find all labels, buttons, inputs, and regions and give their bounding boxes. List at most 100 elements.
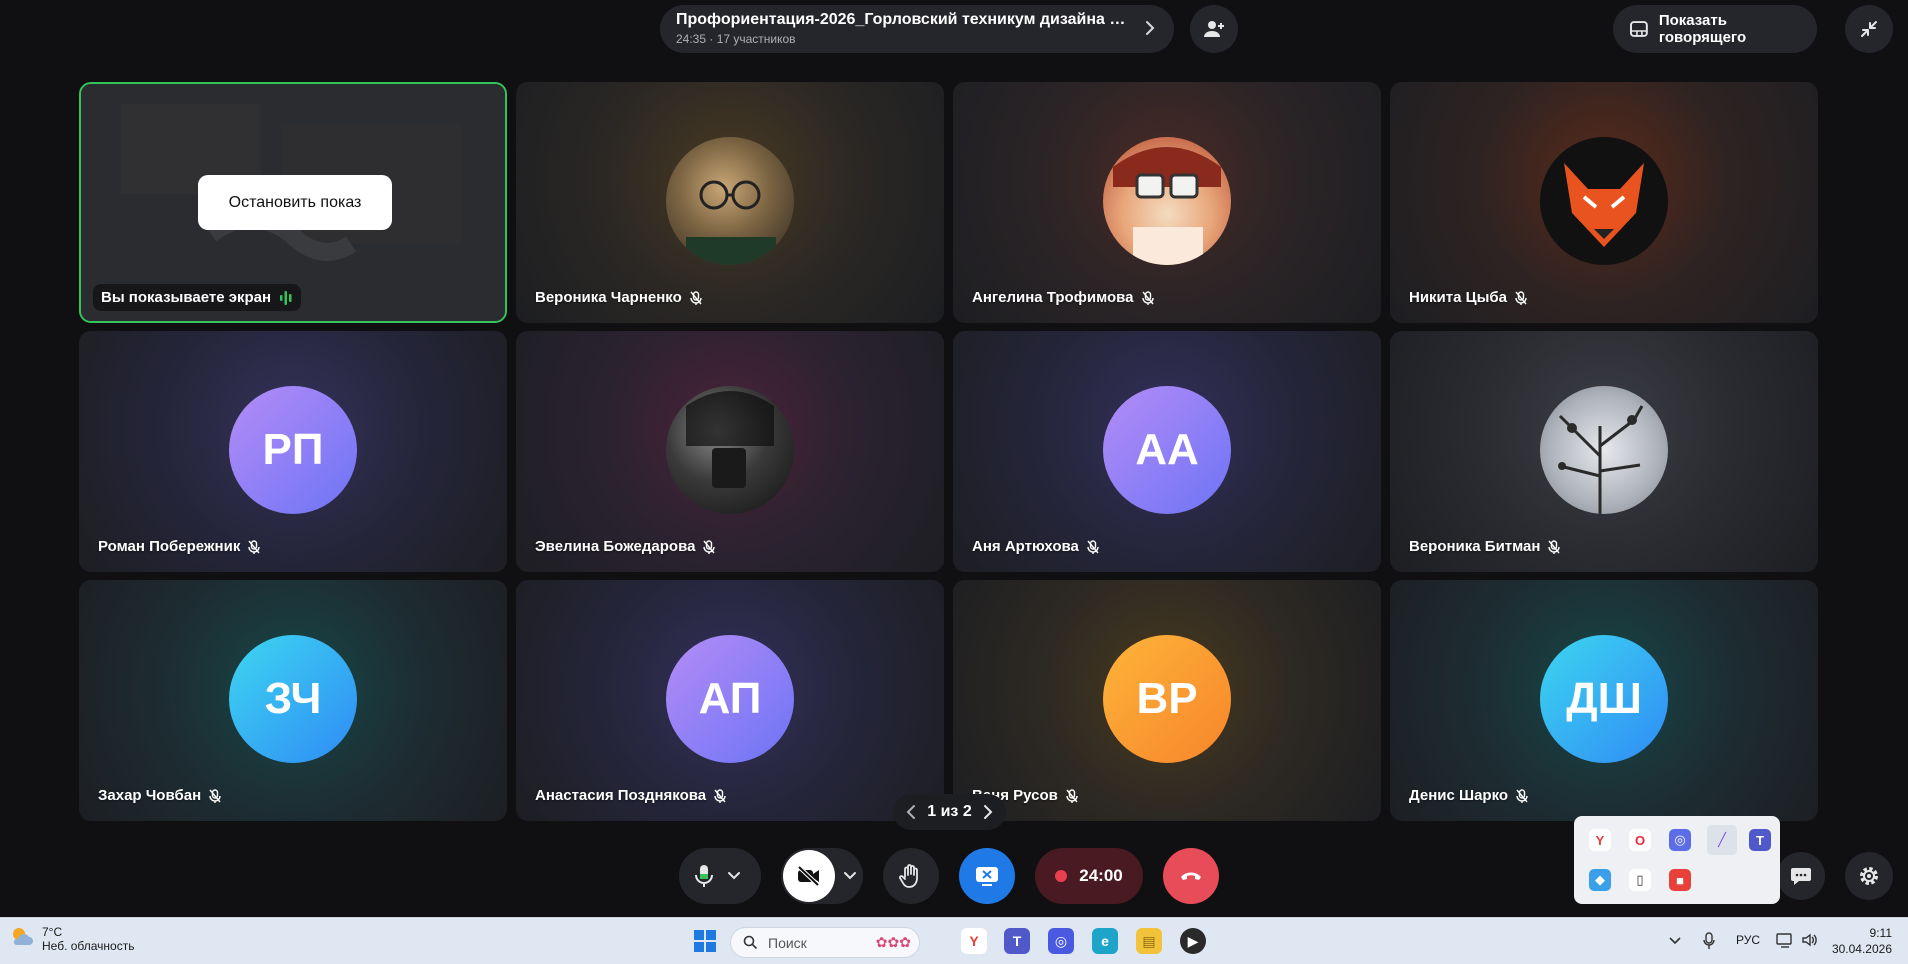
participant-name-text: Аня Артюхова	[972, 538, 1079, 555]
collapse-icon	[1861, 21, 1877, 37]
prev-page-icon[interactable]	[905, 804, 917, 820]
page-switcher: 1 из 2	[893, 794, 1006, 830]
participant-tile: Никита Цыба	[1390, 82, 1818, 323]
participant-name-text: Денис Шарко	[1409, 787, 1509, 804]
avatar-photo	[666, 386, 794, 514]
chevron-down-icon[interactable]	[727, 871, 741, 881]
mic-muted-icon	[703, 539, 716, 554]
avatar-photo	[1540, 137, 1668, 265]
participant-name: Никита Цыба	[1409, 289, 1527, 306]
taskbar-search[interactable]: Поиск ✿✿✿	[730, 927, 920, 958]
stop-sharing-button[interactable]: Остановить показ	[198, 175, 392, 230]
chat-icon	[1791, 868, 1811, 885]
meeting-title: Профориентация-2026_Горловский техникум …	[676, 11, 1126, 28]
security-icon[interactable]: ◆	[1589, 869, 1611, 891]
show-speaker-button[interactable]: Показать говорящего	[1613, 5, 1817, 53]
opera-icon[interactable]: O	[1629, 829, 1651, 851]
participant-tile: АА Аня Артюхова	[953, 331, 1381, 572]
search-placeholder: Поиск	[768, 934, 807, 951]
participant-name-text: Вероника Чарненко	[535, 289, 682, 306]
file-explorer-icon[interactable]: ▤	[1136, 928, 1162, 954]
screenshot-tool-icon[interactable]: ◎	[1669, 829, 1691, 851]
page-indicator: 1 из 2	[927, 803, 972, 820]
participant-name-text: Никита Цыба	[1409, 289, 1508, 306]
participant-name: Роман Побережник	[98, 538, 261, 555]
participant-name: Анастасия Позднякова	[535, 787, 726, 804]
screenshot-taskbar-icon[interactable]: ◎	[1048, 928, 1074, 954]
windows-taskbar: 7°C Неб. облачность Поиск ✿✿✿ Y T ◎ e ▤ …	[0, 917, 1908, 964]
show-hidden-icons-icon[interactable]	[1668, 936, 1682, 946]
conference-window: { "header": { "title": "Профориентация-2…	[0, 0, 1908, 964]
mic-muted-icon	[209, 788, 221, 803]
microphone-tray-icon[interactable]	[1703, 932, 1715, 950]
edge-icon[interactable]: e	[1092, 928, 1118, 954]
hand-icon	[899, 864, 918, 888]
search-icon	[743, 935, 758, 950]
sharing-status-label: Вы показываете экран	[101, 289, 272, 306]
raise-hand-button[interactable]	[883, 848, 939, 904]
participant-tile: Эвелина Божедарова	[516, 331, 944, 572]
participant-tile: ДШ Денис Шарко	[1390, 580, 1818, 821]
record-dot-icon	[1055, 870, 1068, 882]
avatar-photo	[666, 137, 794, 265]
time: 9:11	[1869, 926, 1892, 940]
camera-control[interactable]	[781, 848, 863, 904]
mic-muted-icon	[1516, 788, 1528, 803]
mic-muted-icon	[1515, 290, 1527, 305]
sharing-status: Вы показываете экран	[93, 284, 302, 311]
stop-share-icon	[976, 867, 998, 886]
fox-logo-icon	[1564, 163, 1644, 247]
show-speaker-label: Показать говорящего	[1658, 12, 1747, 46]
mic-muted-icon	[1548, 539, 1561, 554]
next-page-icon[interactable]	[982, 804, 994, 820]
yandex-browser-taskbar-icon[interactable]: Y	[961, 928, 987, 954]
recorder-icon[interactable]: ■	[1669, 869, 1691, 891]
clock[interactable]: 9:11 30.04.2026	[1832, 925, 1892, 957]
yandex-browser-icon[interactable]: Y	[1589, 829, 1611, 851]
teams-icon[interactable]: T	[1749, 829, 1771, 851]
recording-timer-button[interactable]: 24:00	[1035, 848, 1143, 904]
avatar-initials: ВР	[1103, 635, 1231, 763]
meeting-title-pill[interactable]: Профориентация-2026_Горловский техникум …	[660, 5, 1174, 53]
settings-button[interactable]	[1845, 852, 1893, 900]
microphone-control[interactable]	[679, 848, 761, 904]
tulips-icon: ✿✿✿	[875, 934, 911, 950]
recording-timer: 24:00	[1079, 866, 1123, 885]
avatar-initials: ЗЧ	[229, 635, 357, 763]
input-language[interactable]: РУС	[1736, 933, 1760, 947]
mic-muted-icon	[1066, 788, 1078, 803]
tray-overflow-popup: Y O ◎ ╱ T ◆ ▯ ■	[1574, 816, 1780, 904]
participant-tile: ВР Ваня Русов	[953, 580, 1381, 821]
participant-name: Вероника Битман	[1409, 538, 1561, 555]
usb-device-icon[interactable]: ▯	[1629, 869, 1651, 891]
start-button[interactable]	[692, 928, 718, 954]
mic-muted-icon	[248, 539, 261, 554]
media-player-icon[interactable]: ▶	[1180, 928, 1206, 954]
layout-icon	[1629, 21, 1648, 37]
camera-toggle-button[interactable]	[783, 850, 835, 902]
teams-taskbar-icon[interactable]: T	[1004, 928, 1030, 954]
avatar-initials: РП	[229, 386, 357, 514]
cartoon-glasses-icon	[1113, 147, 1221, 265]
mic-muted-icon	[1087, 539, 1099, 554]
network-icon[interactable]	[1776, 932, 1794, 948]
volume-icon[interactable]	[1801, 932, 1819, 948]
participant-name-text: Роман Побережник	[98, 538, 241, 555]
participant-tile: Ангелина Трофимова	[953, 82, 1381, 323]
add-user-icon	[1204, 21, 1224, 37]
end-call-button[interactable]	[1163, 848, 1219, 904]
hang-up-icon	[1181, 872, 1201, 880]
avatar-initials: АА	[1103, 386, 1231, 514]
add-participant-button[interactable]	[1190, 5, 1238, 53]
participant-name-text: Вероника Битман	[1409, 538, 1541, 555]
chevron-down-icon[interactable]	[843, 871, 857, 881]
chat-button[interactable]	[1777, 852, 1825, 900]
mic-muted-icon	[690, 290, 702, 305]
microphone-icon[interactable]	[693, 863, 715, 889]
screen-share-button[interactable]	[959, 848, 1015, 904]
chevron-right-icon	[1146, 21, 1155, 35]
exit-fullscreen-button[interactable]	[1845, 5, 1893, 53]
weather-widget[interactable]: 7°C Неб. облачность	[10, 925, 134, 953]
screen-share-tile: Остановить показ Вы показываете экран	[79, 82, 507, 323]
pen-icon[interactable]: ╱	[1707, 825, 1737, 855]
